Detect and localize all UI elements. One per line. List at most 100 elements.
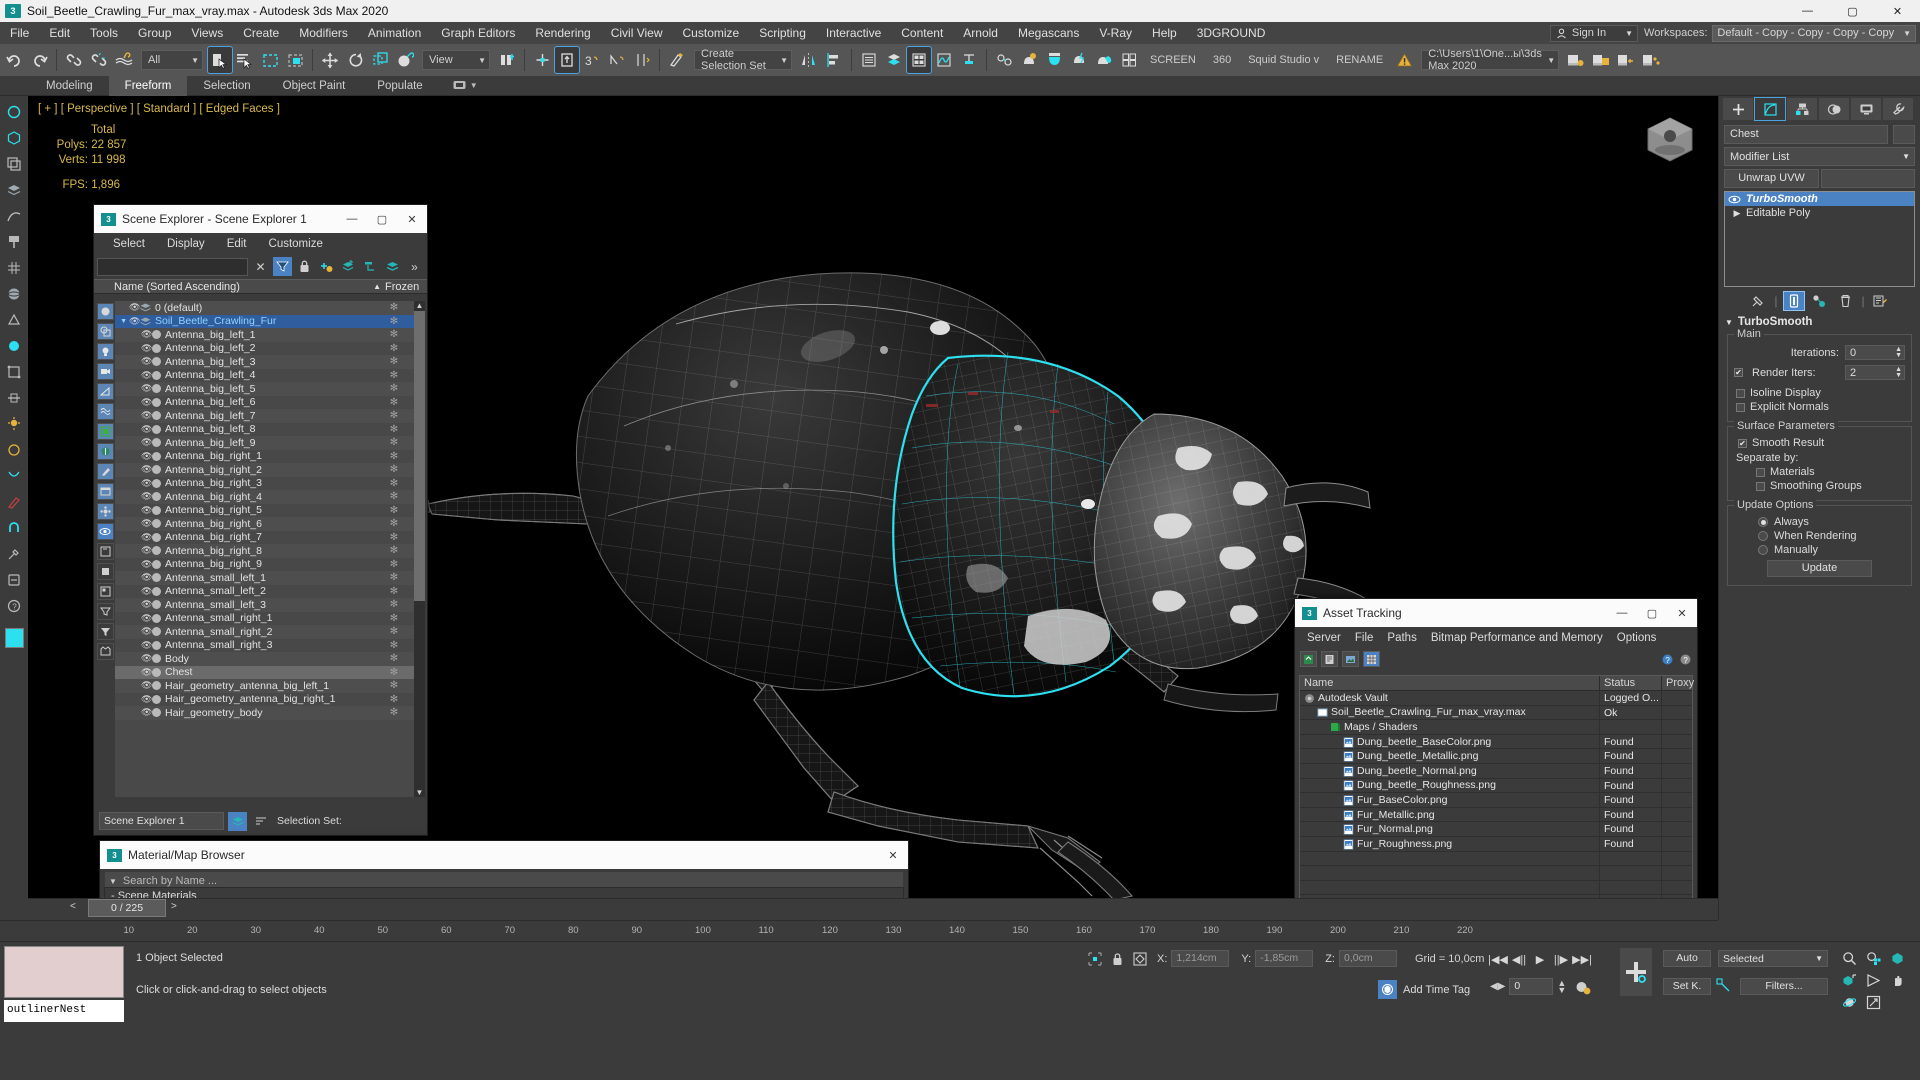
project-network-icon[interactable]: [1639, 47, 1663, 73]
window-crossing-toggle-icon[interactable]: [283, 47, 307, 73]
y-coordinate-field[interactable]: -1,85cm: [1255, 950, 1314, 967]
explicit-normals-checkbox[interactable]: [1736, 402, 1745, 412]
se-menu-select[interactable]: Select: [102, 238, 156, 250]
update-always-radio[interactable]: [1758, 517, 1768, 527]
asset-table-row[interactable]: Dung_beetle_Roughness.png Found: [1300, 778, 1692, 794]
asset-table-row[interactable]: Dung_beetle_Normal.png Found: [1300, 763, 1692, 779]
curve-tool-icon[interactable]: [5, 206, 24, 225]
asset-table-row[interactable]: Fur_BaseColor.png Found: [1300, 793, 1692, 808]
asset-table-row[interactable]: Soil_Beetle_Crawling_Fur_max_vray.max Ok: [1300, 705, 1692, 721]
menu-item-rendering[interactable]: Rendering: [525, 22, 600, 44]
frozen-toggle-icon[interactable]: ✻: [373, 343, 415, 354]
scene-explorer-row[interactable]: 👁 Antenna_big_right_9 ✻: [115, 557, 415, 571]
slider-next-icon[interactable]: >: [171, 901, 177, 912]
schematic-view-icon[interactable]: [957, 47, 981, 73]
asset-table-body[interactable]: Autodesk Vault Logged O... Soil_Beetle_Cra…: [1300, 691, 1692, 910]
scene-explorer-row[interactable]: 👁 Antenna_big_left_1 ✻: [115, 328, 415, 342]
expand-arrow-icon[interactable]: ▶: [1728, 208, 1746, 219]
frozen-toggle-icon[interactable]: ✻: [373, 667, 415, 678]
iterations-spinner[interactable]: 0 ▲ ▼: [1845, 345, 1905, 360]
update-when-rendering-radio[interactable]: [1758, 531, 1768, 541]
paint-tool-icon[interactable]: [5, 232, 24, 251]
copy-tool-icon[interactable]: [5, 154, 24, 173]
lock-selection-icon[interactable]: [1112, 952, 1123, 966]
close-button[interactable]: ✕: [397, 205, 427, 233]
menu-item-content[interactable]: Content: [891, 22, 953, 44]
frozen-toggle-icon[interactable]: ✻: [373, 680, 415, 691]
filter-geometry-icon[interactable]: [96, 303, 114, 320]
smoothing-groups-checkbox[interactable]: [1756, 481, 1765, 491]
frozen-toggle-icon[interactable]: ✻: [373, 640, 415, 651]
current-frame-field[interactable]: 0: [1509, 978, 1554, 995]
object-name-field[interactable]: Chest: [1724, 125, 1888, 144]
minimize-button[interactable]: —: [1785, 0, 1830, 22]
visibility-eye-icon[interactable]: 👁: [141, 383, 152, 394]
rendered-frame-window-icon[interactable]: [1042, 47, 1066, 73]
maximize-viewport-toggle-icon[interactable]: [1862, 992, 1885, 1013]
time-configuration-icon[interactable]: [1575, 979, 1591, 995]
menu-item-arnold[interactable]: Arnold: [953, 22, 1008, 44]
filter-funnel-icon[interactable]: [96, 623, 114, 640]
object-color-swatch[interactable]: [1893, 125, 1915, 144]
render-production-icon[interactable]: [1067, 47, 1091, 73]
goto-end-icon[interactable]: ▶▶|: [1572, 950, 1592, 969]
unwrap-uvw-button[interactable]: Unwrap UVW: [1724, 169, 1819, 188]
filter-bones-icon[interactable]: [96, 463, 114, 480]
selection-lock-toggle-icon[interactable]: [1088, 951, 1102, 966]
scene-explorer-list[interactable]: 👁 0 (default) ✻ ▼ 👁 Soil_Beetle_Crawling_Fur ✻…: [115, 301, 415, 797]
menu-item-modifiers[interactable]: Modifiers: [289, 22, 358, 44]
visibility-eye-icon[interactable]: 👁: [141, 626, 152, 637]
filter-containers-icon[interactable]: [96, 483, 114, 500]
visibility-eye-icon[interactable]: 👁: [141, 437, 152, 448]
time-tag-icon[interactable]: [1378, 980, 1397, 999]
sphere-tool-icon[interactable]: [5, 284, 24, 303]
asset-table-row[interactable]: Fur_Metallic.png Found: [1300, 807, 1692, 823]
align-tool-icon[interactable]: [5, 388, 24, 407]
edit-named-selection-sets-icon[interactable]: [665, 47, 689, 73]
frozen-toggle-icon[interactable]: ✻: [373, 356, 415, 367]
select-layer-icon[interactable]: [361, 257, 380, 276]
visibility-eye-icon[interactable]: 👁: [141, 464, 152, 475]
filter-by-layer-icon[interactable]: [96, 583, 114, 600]
filter-frozen-icon[interactable]: [96, 543, 114, 560]
visibility-eye-icon[interactable]: 👁: [141, 707, 152, 718]
menu-item-views[interactable]: Views: [181, 22, 233, 44]
time-slider[interactable]: 0 / 225: [88, 899, 166, 917]
thumbnail-view-icon[interactable]: [1342, 651, 1359, 667]
modifier-visibility-eye-icon[interactable]: [1728, 195, 1746, 204]
absolute-relative-toggle-icon[interactable]: [1133, 951, 1147, 966]
reference-coordinate-combo[interactable]: View ▼: [422, 50, 490, 70]
list-view-icon[interactable]: [1321, 651, 1338, 667]
frozen-toggle-icon[interactable]: ✻: [373, 626, 415, 637]
frozen-toggle-icon[interactable]: ✻: [373, 316, 415, 327]
asset-table-row[interactable]: Autodesk Vault Logged O...: [1300, 691, 1692, 706]
visibility-eye-icon[interactable]: 👁: [129, 302, 140, 313]
render-iters-spinner[interactable]: 2 ▲ ▼: [1845, 365, 1905, 380]
frozen-toggle-icon[interactable]: ✻: [373, 707, 415, 718]
scene-explorer-row[interactable]: 👁 Antenna_big_left_8 ✻: [115, 422, 415, 436]
frozen-toggle-icon[interactable]: ✻: [373, 572, 415, 583]
snaps-toggle-icon[interactable]: [554, 46, 580, 74]
menu-item-create[interactable]: Create: [233, 22, 289, 44]
render-setup-icon[interactable]: [1017, 47, 1041, 73]
visibility-eye-icon[interactable]: 👁: [141, 653, 152, 664]
layer-explorer-icon[interactable]: [857, 47, 881, 73]
zoom-all-icon[interactable]: [1862, 948, 1885, 969]
asset-table-row[interactable]: Fur_Roughness.png Found: [1300, 836, 1692, 852]
select-object-button[interactable]: [207, 46, 233, 74]
angle-snap-toggle-icon[interactable]: 3: [580, 47, 604, 73]
smooth-result-checkbox[interactable]: ✔: [1738, 438, 1747, 448]
triangle-tool-icon[interactable]: [5, 336, 24, 355]
layers-stack-icon[interactable]: [383, 257, 402, 276]
unlink-selection-icon[interactable]: [87, 47, 111, 73]
spinner-snap-toggle-icon[interactable]: [630, 47, 654, 73]
slider-prev-icon[interactable]: <: [70, 901, 76, 912]
bind-to-space-warp-icon[interactable]: [112, 47, 136, 73]
visibility-eye-icon[interactable]: 👁: [141, 694, 152, 705]
frozen-toggle-icon[interactable]: ✻: [373, 451, 415, 462]
select-by-name-button[interactable]: [233, 47, 257, 73]
auto-key-button[interactable]: [1620, 948, 1652, 996]
menu-item-scripting[interactable]: Scripting: [749, 22, 816, 44]
visibility-eye-icon[interactable]: 👁: [141, 613, 152, 624]
workspace-select[interactable]: Default - Copy - Copy - Copy - Copy ▼: [1712, 24, 1916, 42]
